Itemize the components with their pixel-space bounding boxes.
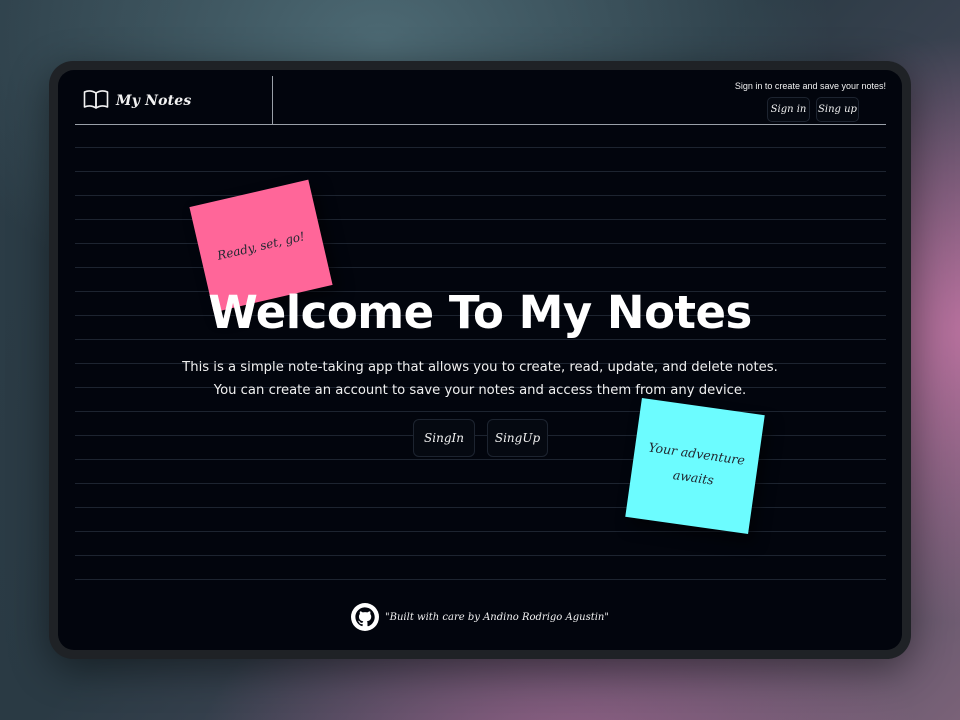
ruled-line <box>75 147 886 148</box>
header-divider <box>272 76 273 124</box>
footer-credit: "Built with care by Andino Rodrigo Agust… <box>385 611 609 623</box>
ruled-line <box>75 579 886 580</box>
top-header: My Notes Sign in to create and save your… <box>75 70 886 125</box>
app-screen: My Notes Sign in to create and save your… <box>58 70 902 650</box>
brand-name: My Notes <box>116 93 192 109</box>
device-frame: My Notes Sign in to create and save your… <box>49 61 911 659</box>
footer: "Built with care by Andino Rodrigo Agust… <box>58 603 902 631</box>
hero-description-line1: This is a simple note-taking app that al… <box>182 360 778 375</box>
signup-button[interactable]: SingUp <box>487 419 548 457</box>
ruled-line <box>75 507 886 508</box>
ruled-line <box>75 243 886 244</box>
ruled-line <box>75 411 886 412</box>
hero-description-line2: You can create an account to save your n… <box>213 383 747 398</box>
ruled-line <box>75 195 886 196</box>
header-signup-button[interactable]: Sing up <box>816 97 859 122</box>
page-title: Welcome To My Notes <box>208 286 752 339</box>
sticky-note-cyan: Your adventure awaits <box>625 397 765 535</box>
ruled-line <box>75 267 886 268</box>
ruled-line <box>75 171 886 172</box>
header-signin-button[interactable]: Sign in <box>767 97 810 122</box>
ruled-line <box>75 555 886 556</box>
sticky-note-text: Ready, set, go! <box>215 229 307 263</box>
brand-link[interactable]: My Notes <box>83 90 192 112</box>
ruled-line <box>75 531 886 532</box>
signin-hint: Sign in to create and save your notes! <box>734 81 886 91</box>
ruled-line <box>75 459 886 460</box>
ruled-line <box>75 339 886 340</box>
signin-button[interactable]: SingIn <box>413 419 475 457</box>
ruled-line <box>75 483 886 484</box>
open-book-icon <box>83 89 109 113</box>
github-icon[interactable] <box>351 603 380 631</box>
ruled-line <box>75 435 886 436</box>
